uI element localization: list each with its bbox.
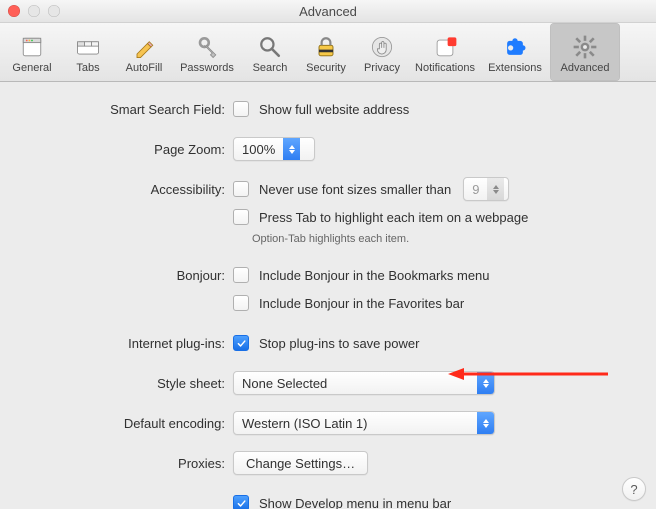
never-smaller-checkbox[interactable]: [233, 181, 249, 197]
extensions-icon: [501, 33, 529, 61]
autofill-icon: [130, 33, 158, 61]
notifications-icon: [431, 33, 459, 61]
min-font-select: 9: [463, 177, 509, 201]
bonjour-favorites-label: Include Bonjour in the Favorites bar: [255, 296, 464, 311]
smart-search-label: Smart Search Field:: [20, 102, 233, 117]
min-font-value: 9: [464, 182, 487, 197]
stylesheet-select[interactable]: None Selected: [233, 371, 495, 395]
tab-general[interactable]: General: [4, 23, 60, 81]
tab-extensions[interactable]: Extensions: [480, 23, 550, 81]
form-body: Smart Search Field: Show full website ad…: [0, 82, 656, 509]
stylesheet-value: None Selected: [234, 376, 335, 391]
page-zoom-value: 100%: [234, 142, 283, 157]
bonjour-label: Bonjour:: [20, 268, 233, 283]
toolbar-label: Privacy: [364, 63, 400, 74]
tab-search[interactable]: Search: [242, 23, 298, 81]
press-tab-checkbox[interactable]: [233, 209, 249, 225]
search-icon: [256, 33, 284, 61]
toolbar-label: Security: [306, 63, 346, 74]
encoding-label: Default encoding:: [20, 416, 233, 431]
toolbar-label: AutoFill: [126, 63, 163, 74]
show-full-address-checkbox[interactable]: [233, 101, 249, 117]
accessibility-label: Accessibility:: [20, 182, 233, 197]
never-smaller-label: Never use font sizes smaller than: [255, 182, 451, 197]
passwords-icon: [193, 33, 221, 61]
toolbar-label: Notifications: [415, 63, 475, 74]
chevron-updown-icon: [477, 412, 494, 434]
bonjour-bookmarks-label: Include Bonjour in the Bookmarks menu: [255, 268, 490, 283]
show-develop-label: Show Develop menu in menu bar: [255, 496, 451, 509]
toolbar-label: Extensions: [488, 63, 542, 74]
preferences-window: Advanced General Tabs AutoFill Passwords: [0, 0, 656, 509]
general-icon: [18, 33, 46, 61]
page-zoom-label: Page Zoom:: [20, 142, 233, 157]
tabs-icon: [74, 33, 102, 61]
tab-advanced[interactable]: Advanced: [550, 23, 620, 81]
advanced-icon: [571, 33, 599, 61]
press-tab-hint: Option-Tab highlights each item.: [252, 233, 409, 246]
window-title: Advanced: [0, 4, 656, 19]
privacy-icon: [368, 33, 396, 61]
page-zoom-select[interactable]: 100%: [233, 137, 315, 161]
bonjour-favorites-checkbox[interactable]: [233, 295, 249, 311]
encoding-select[interactable]: Western (ISO Latin 1): [233, 411, 495, 435]
titlebar: Advanced: [0, 0, 656, 23]
help-button[interactable]: ?: [622, 477, 646, 501]
stop-plugins-label: Stop plug-ins to save power: [255, 336, 419, 351]
tab-notifications[interactable]: Notifications: [410, 23, 480, 81]
stop-plugins-checkbox[interactable]: [233, 335, 249, 351]
toolbar-label: Tabs: [76, 63, 99, 74]
plugins-label: Internet plug-ins:: [20, 336, 233, 351]
proxies-label: Proxies:: [20, 456, 233, 471]
toolbar-label: Advanced: [561, 63, 610, 74]
preferences-toolbar: General Tabs AutoFill Passwords Search: [0, 23, 656, 82]
chevron-updown-icon: [477, 372, 494, 394]
help-icon: ?: [630, 482, 637, 497]
tab-passwords[interactable]: Passwords: [172, 23, 242, 81]
show-develop-checkbox[interactable]: [233, 495, 249, 509]
chevron-updown-icon: [283, 138, 300, 160]
show-full-address-label: Show full website address: [255, 102, 409, 117]
change-settings-button[interactable]: Change Settings…: [233, 451, 368, 475]
tab-tabs[interactable]: Tabs: [60, 23, 116, 81]
toolbar-label: General: [12, 63, 51, 74]
security-icon: [312, 33, 340, 61]
bonjour-bookmarks-checkbox[interactable]: [233, 267, 249, 283]
change-settings-label: Change Settings…: [246, 456, 355, 471]
encoding-value: Western (ISO Latin 1): [234, 416, 375, 431]
chevron-updown-icon: [487, 178, 504, 200]
tab-privacy[interactable]: Privacy: [354, 23, 410, 81]
press-tab-label: Press Tab to highlight each item on a we…: [255, 210, 528, 225]
tab-autofill[interactable]: AutoFill: [116, 23, 172, 81]
toolbar-label: Passwords: [180, 63, 234, 74]
stylesheet-label: Style sheet:: [20, 376, 233, 391]
tab-security[interactable]: Security: [298, 23, 354, 81]
toolbar-label: Search: [253, 63, 288, 74]
